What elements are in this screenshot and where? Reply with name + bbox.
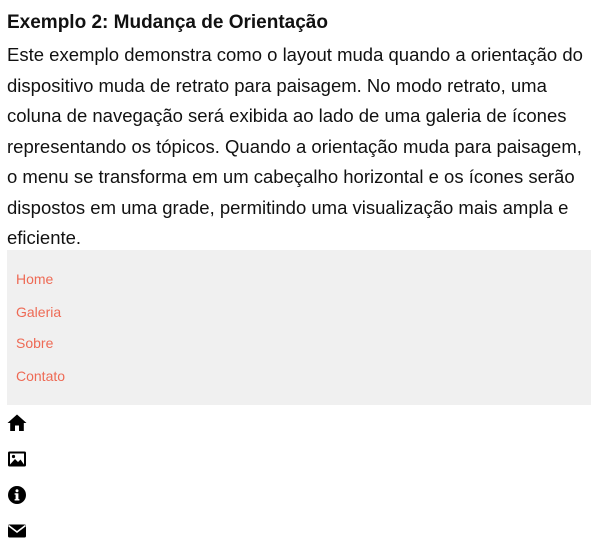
nav-item-sobre: Sobre — [16, 335, 53, 351]
nav-link-contato[interactable]: Contato — [16, 368, 65, 384]
nav-link-sobre[interactable]: Sobre — [16, 335, 53, 351]
nav-link-galeria[interactable]: Galeria — [16, 304, 61, 320]
page-description: Este exemplo demonstra como o layout mud… — [7, 44, 583, 248]
nav-item-galeria: Galeria — [16, 304, 61, 320]
info-icon[interactable] — [7, 485, 27, 505]
nav-link-home[interactable]: Home — [16, 271, 53, 287]
page-title: Exemplo 2: Mudança de Orientação — [7, 12, 328, 33]
main-content: Exemplo 2: Mudança de Orientação Este ex… — [7, 12, 591, 254]
home-icon[interactable] — [7, 413, 27, 433]
nav-item-home: Home — [16, 271, 53, 287]
navigation-menu: Home Galeria Sobre Contato — [7, 250, 591, 405]
nav-item-contato: Contato — [16, 368, 65, 384]
image-icon[interactable] — [7, 449, 27, 469]
envelope-icon[interactable] — [7, 521, 27, 541]
